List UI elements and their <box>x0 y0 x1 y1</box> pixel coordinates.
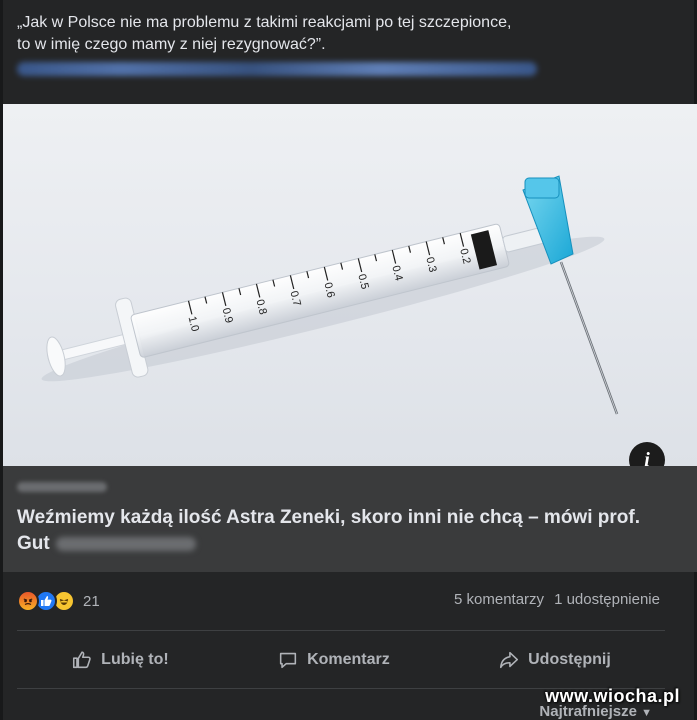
comments-count-link[interactable]: 5 komentarzy <box>454 591 544 608</box>
syringe-photo: 1.0 0.9 0.8 0.7 0.6 0.5 0.4 0.3 0.2 <box>41 175 619 415</box>
post-text-line-2: to w imię czego mamy z niej rezygnować?”… <box>17 36 326 53</box>
post-actions: Lubię to! Komentarz Udostępnij <box>17 638 665 682</box>
thumbs-up-icon <box>73 651 91 669</box>
caret-down-icon: ▼ <box>641 707 652 719</box>
comment-button-label: Komentarz <box>307 651 390 668</box>
shares-count-link[interactable]: 1 udostępnienie <box>554 591 660 608</box>
angry-reaction-icon <box>17 590 39 612</box>
share-button[interactable]: Udostępnij <box>484 641 625 679</box>
reaction-count: 21 <box>83 592 100 610</box>
link-preview-image[interactable]: 1.0 0.9 0.8 0.7 0.6 0.5 0.4 0.3 0.2 <box>3 104 697 466</box>
share-button-label: Udostępnij <box>528 651 611 668</box>
comment-button[interactable]: Komentarz <box>263 641 404 679</box>
blurred-domain <box>17 482 107 492</box>
post-text: „Jak w Polsce nie ma problemu z takimi r… <box>17 12 677 56</box>
post-card: „Jak w Polsce nie ma problemu z takimi r… <box>0 0 697 720</box>
comment-icon <box>279 652 297 669</box>
blurred-name <box>55 536 196 551</box>
blurred-source-link <box>17 62 537 76</box>
reaction-summary[interactable]: 21 <box>17 588 100 614</box>
like-button-label: Lubię to! <box>101 651 169 668</box>
post-text-line-1: „Jak w Polsce nie ma problemu z takimi r… <box>17 14 512 31</box>
link-title-block[interactable]: Weźmiemy każdą ilość Astra Zeneki, skoro… <box>17 505 677 557</box>
divider <box>17 630 665 631</box>
share-arrow-icon <box>500 651 519 669</box>
site-watermark: www.wiocha.pl <box>545 686 680 706</box>
post-stats: 5 komentarzy 1 udostępnienie <box>454 591 660 608</box>
like-button[interactable]: Lubię to! <box>57 641 183 679</box>
